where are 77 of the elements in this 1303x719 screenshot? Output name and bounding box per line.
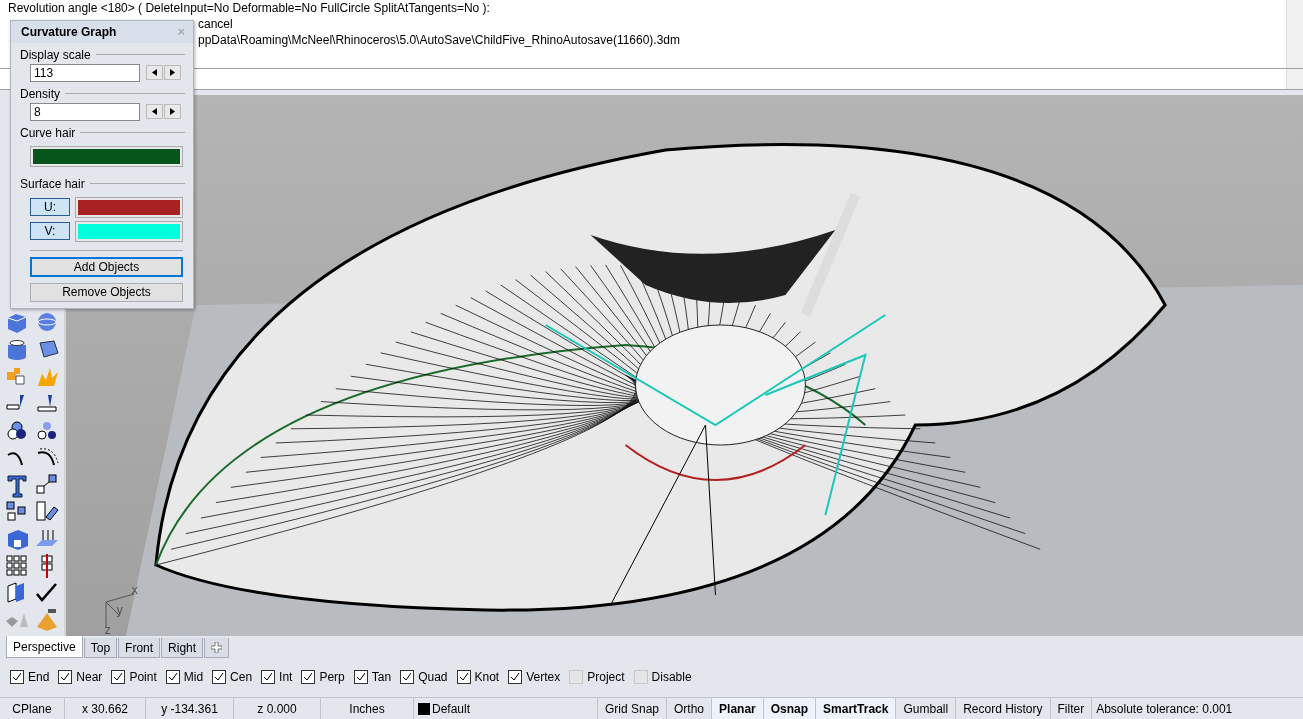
osnap-checkbox[interactable]: Int [261,670,293,684]
add-objects-button[interactable]: Add Objects [30,256,183,277]
status-toggle[interactable]: Gumball [896,698,957,719]
osnap-checkbox[interactable]: Vertex [508,670,561,684]
decrease-button[interactable] [146,65,163,81]
osnap-checkbox[interactable]: Point [111,670,157,684]
status-toggle[interactable]: Filter [1050,698,1093,719]
osnap-checkbox[interactable]: End [10,670,50,684]
viewport-tab[interactable]: Right [161,638,204,658]
viewport-tab[interactable]: Front [118,638,161,658]
osnap-checkbox[interactable]: Disable [633,670,692,684]
left-arrow-icon [152,69,157,77]
increase-button[interactable] [164,65,181,81]
check-icon [355,672,366,682]
osnap-checkbox[interactable]: Mid [165,670,204,684]
remove-objects-button[interactable]: Remove Objects [30,282,183,302]
pyramid-icon[interactable] [34,607,60,633]
color-swatch[interactable] [30,145,183,167]
color-swatch[interactable] [75,220,183,242]
increase-button[interactable] [164,104,181,120]
right-arrow-icon [170,108,175,116]
decrease-button[interactable] [146,104,163,120]
scrollbar[interactable] [1286,0,1303,68]
status-toggle[interactable]: Planar [712,698,764,719]
viewport-tab[interactable]: Top [83,638,118,658]
command-history-line: cancel [198,16,233,32]
status-toggle[interactable]: Osnap [763,698,817,719]
coordinate-readout: x 30.662 [65,698,146,719]
status-toggle[interactable]: Grid Snap [598,698,668,719]
osnap-checkbox[interactable]: Knot [456,670,500,684]
field-label: Display scale [20,47,91,62]
text-icon[interactable] [4,472,30,498]
coordinate-readout: y -134.361 [146,698,234,719]
check-icon [214,672,225,682]
check-icon [303,672,314,682]
array-icon[interactable] [4,553,30,579]
check-icon [167,672,178,682]
axis-label: z [104,623,112,636]
osnap-checkbox[interactable]: Cen [212,670,253,684]
tolerance-readout: Absolute tolerance: 0.001 [1095,700,1234,718]
osnap-checkbox[interactable]: Tan [353,670,392,684]
left-arrow-icon [152,108,157,116]
check-icon [510,672,521,682]
coordinate-readout: z 0.000 [234,698,321,719]
color-swatch[interactable] [75,196,183,218]
plus-icon [211,642,223,653]
osnap-checkbox[interactable]: Perp [301,670,345,684]
axis-label: x [131,583,139,597]
direction-button[interactable]: V: [30,222,70,241]
cplane-button[interactable]: CPlane [0,698,65,719]
check-icon [402,672,413,682]
number-field[interactable]: 113 [30,63,140,82]
add-tab-button[interactable] [204,638,230,658]
right-arrow-icon [170,69,175,77]
scrollbar[interactable] [1286,69,1303,89]
check-icon [263,672,274,682]
section-label: Surface hair [20,176,85,191]
section-label: Curve hair [20,125,76,140]
panel-title: Curvature Graph [21,24,117,39]
osnap-checkbox[interactable]: Project [569,670,625,684]
layer-button[interactable]: Default [414,698,598,719]
status-toggle[interactable]: Record History [956,698,1051,719]
command-history-line: ppData\Roaming\McNeel\Rhinoceros\5.0\AutoSave\ChildFive_RhinoAutosave(11660).3dm [198,32,681,48]
command-history-line: Revolution angle <180> ( DeleteInput=No Deformable=No FullCircle SplitAtTangents=No ): [8,0,490,16]
status-toggle[interactable]: SmartTrack [816,698,897,719]
number-field[interactable]: 8 [30,102,140,121]
field-label: Density [20,86,60,101]
check-icon [60,672,71,682]
osnap-checkbox[interactable]: Quad [400,670,448,684]
osnap-checkbox[interactable]: Near [58,670,103,684]
axis-label: y [116,603,124,617]
check-icon [12,672,22,682]
direction-button[interactable]: U: [30,198,70,217]
check-icon [113,672,124,682]
check-icon [458,672,469,682]
viewport-tab[interactable]: Perspective [6,636,83,658]
units-button[interactable]: Inches [321,698,414,719]
